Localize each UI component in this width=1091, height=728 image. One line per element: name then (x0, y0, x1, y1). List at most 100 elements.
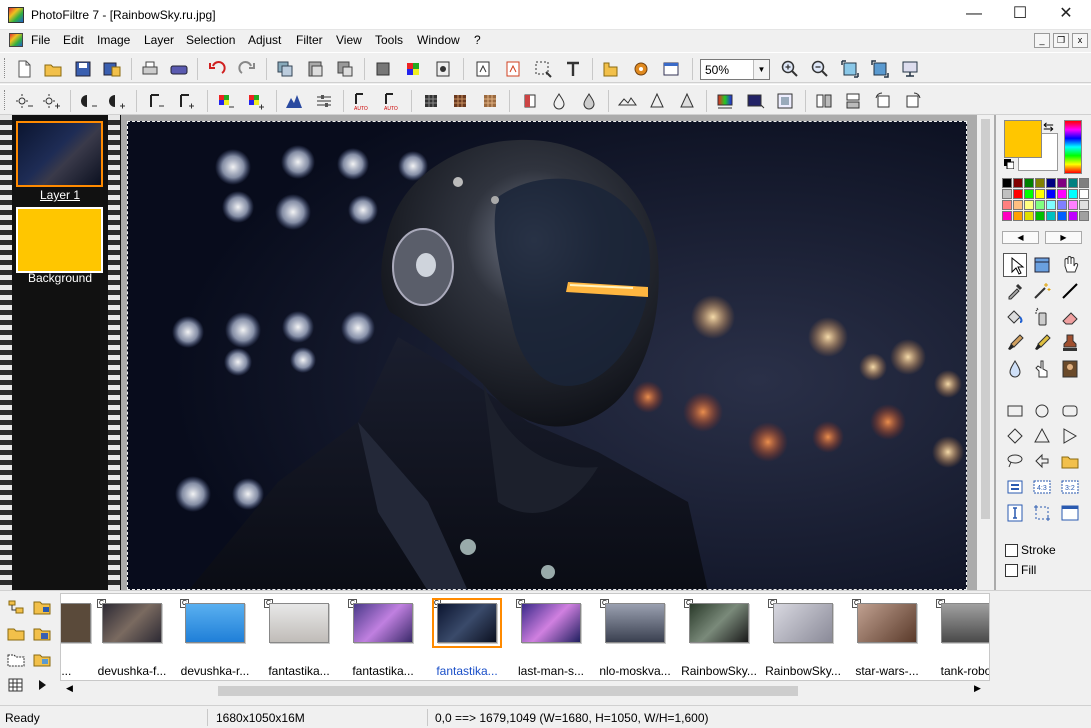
layer-label[interactable]: Layer 1 (12, 188, 108, 202)
fill-checkbox[interactable]: Fill (1005, 563, 1036, 578)
scroll-left-icon[interactable]: ◀ (66, 683, 73, 694)
print-icon[interactable] (139, 58, 161, 80)
right-triangle-shape-icon[interactable] (1058, 424, 1082, 448)
color-spectrum[interactable] (1064, 120, 1082, 174)
emboss-icon[interactable] (616, 90, 638, 112)
saturation-minus-icon[interactable] (215, 90, 237, 112)
image-size-icon[interactable] (472, 58, 494, 80)
close-button[interactable]: ✕ (1043, 0, 1089, 30)
thumbnail-item-selected[interactable]: Cfantastika... (425, 598, 509, 678)
play-icon[interactable] (31, 674, 53, 696)
scanner-icon[interactable] (168, 58, 190, 80)
minimize-button[interactable]: — (951, 0, 997, 30)
toolbar-grip[interactable] (4, 90, 7, 110)
selection-tool-icon[interactable] (1030, 253, 1054, 277)
load-shape-icon[interactable] (1058, 449, 1082, 473)
grayscale-icon[interactable] (372, 58, 394, 80)
zoom-select[interactable]: 50% ▼ (700, 59, 770, 80)
menu-edit[interactable]: Edit (63, 33, 84, 47)
fullscreen-icon[interactable] (899, 58, 921, 80)
auto-levels-icon[interactable]: AUTO (351, 90, 373, 112)
background-label[interactable]: Background (12, 271, 108, 285)
menu-selection[interactable]: Selection (186, 33, 235, 47)
batch-icon[interactable] (5, 674, 27, 696)
palette-next-button[interactable]: ▶ (1045, 231, 1082, 244)
menu-image[interactable]: Image (97, 33, 130, 47)
thumbnail-item[interactable]: CRainbowSky... (677, 598, 761, 678)
open-folder-icon[interactable] (5, 622, 27, 644)
toolbar-grip[interactable] (4, 58, 7, 78)
brightness-plus-icon[interactable] (40, 90, 62, 112)
thumbnail-item[interactable]: Cnlo-moskva... (593, 598, 677, 678)
thumbnail-item[interactable]: Cdevushka-r... (173, 598, 257, 678)
swap-colors-icon[interactable]: ⇆ (1043, 119, 1054, 135)
save-icon[interactable] (72, 58, 94, 80)
menu-filter[interactable]: Filter (296, 33, 323, 47)
stamp-tool-icon[interactable] (1058, 331, 1082, 355)
aspect-ratio-43-icon[interactable]: 4:3 (1030, 475, 1054, 499)
auto-contrast-icon[interactable]: AUTO (381, 90, 403, 112)
vertical-scrollbar[interactable] (977, 115, 994, 590)
line-tool-icon[interactable] (1058, 279, 1082, 303)
selection-mode-icon[interactable] (1003, 475, 1027, 499)
pointer-tool-icon[interactable] (1003, 253, 1027, 277)
thumbnail-item[interactable]: Cstar-wars-... (845, 598, 929, 678)
actual-size-icon[interactable] (869, 58, 891, 80)
blur-icon[interactable] (548, 90, 570, 112)
crop-selection-icon[interactable] (532, 58, 554, 80)
mdi-close-button[interactable]: x (1072, 33, 1088, 48)
menu-file[interactable]: File (31, 33, 50, 47)
folder-thumbnails-icon[interactable] (31, 596, 53, 618)
menu-adjust[interactable]: Adjust (248, 33, 281, 47)
canvas-size-icon[interactable] (502, 58, 524, 80)
rotate-left-icon[interactable] (872, 90, 894, 112)
text-icon[interactable] (562, 58, 584, 80)
rotate-right-icon[interactable] (902, 90, 924, 112)
zoom-out-icon[interactable] (809, 58, 831, 80)
flip-vertical-icon[interactable] (842, 90, 864, 112)
brush-tool-icon[interactable] (1003, 331, 1027, 355)
color-palette[interactable] (1002, 178, 1089, 222)
window-mode-icon[interactable] (660, 58, 682, 80)
copy-icon[interactable] (274, 58, 296, 80)
select-folder-icon[interactable] (5, 648, 27, 670)
spray-tool-icon[interactable] (1030, 305, 1054, 329)
image-folder-icon[interactable] (31, 648, 53, 670)
reset-colors-icon[interactable] (1004, 159, 1014, 169)
horizontal-scrollbar[interactable]: ◀ ▶ (60, 682, 990, 699)
mdi-restore-button[interactable]: ❐ (1053, 33, 1069, 48)
menu-layer[interactable]: Layer (144, 33, 174, 47)
flip-horizontal-icon[interactable] (813, 90, 835, 112)
mosaic-icon[interactable] (449, 90, 471, 112)
magic-wand-tool-icon[interactable] (1030, 279, 1054, 303)
thumbnail-item[interactable]: Clast-man-s... (509, 598, 593, 678)
chevron-down-icon[interactable]: ▼ (753, 60, 769, 79)
thumbnail-item[interactable]: Cfantastika... (341, 598, 425, 678)
document-icon[interactable] (9, 33, 23, 47)
paste-as-image-icon[interactable] (334, 58, 356, 80)
undo-icon[interactable] (206, 58, 228, 80)
blur-tool-icon[interactable] (1003, 357, 1027, 381)
brightness-minus-icon[interactable] (13, 90, 35, 112)
pixelate-icon[interactable] (420, 90, 442, 112)
background-thumbnail[interactable] (16, 207, 103, 273)
paste-icon[interactable] (304, 58, 326, 80)
levels-icon[interactable] (283, 90, 305, 112)
curves-icon[interactable] (313, 90, 335, 112)
gamma-minus-icon[interactable] (145, 90, 167, 112)
scrollbar-thumb[interactable] (981, 119, 990, 519)
foreground-color-swatch[interactable] (1004, 120, 1042, 158)
thumbnail-item[interactable]: Cfantastika... (257, 598, 341, 678)
mdi-minimize-button[interactable]: _ (1034, 33, 1050, 48)
text-cursor-icon[interactable] (1003, 501, 1027, 525)
menu-tools[interactable]: Tools (375, 33, 403, 47)
show-hide-selection-icon[interactable] (1058, 501, 1082, 525)
hand-tool-icon[interactable] (1058, 253, 1082, 277)
rectangle-shape-icon[interactable] (1003, 399, 1027, 423)
transparency-icon[interactable] (432, 58, 454, 80)
ellipse-shape-icon[interactable] (1030, 399, 1054, 423)
texture-icon[interactable] (479, 90, 501, 112)
crop-icon[interactable] (1030, 501, 1054, 525)
checkbox-box[interactable] (1005, 564, 1018, 578)
diamond-shape-icon[interactable] (1003, 424, 1027, 448)
